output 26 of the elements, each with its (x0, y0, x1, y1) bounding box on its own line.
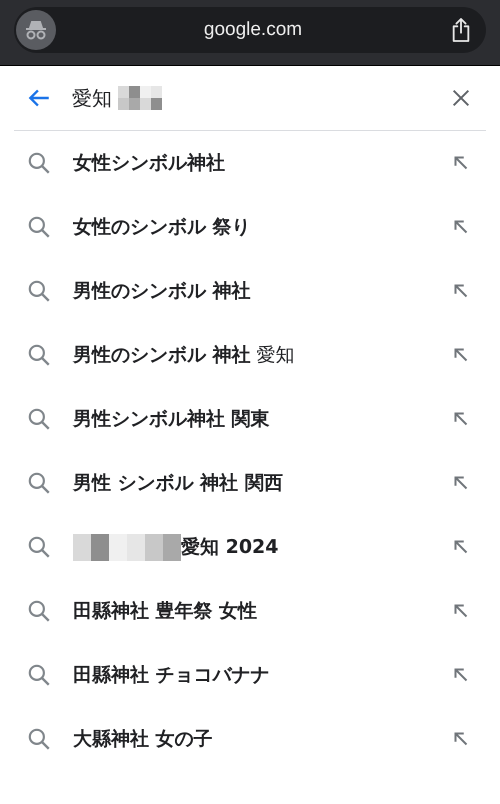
incognito-icon[interactable] (16, 10, 56, 50)
search-icon (26, 278, 52, 304)
close-icon[interactable] (450, 87, 472, 109)
suggestion-text[interactable]: 男性シンボル神社 関東 (73, 406, 450, 432)
suggestion-text[interactable]: 大縣神社 女の子 (73, 726, 450, 752)
search-icon (26, 342, 52, 368)
search-icon (26, 470, 52, 496)
search-icon (26, 534, 52, 560)
suggestion-text[interactable]: 男性のシンボル 神社 愛知 (73, 342, 450, 368)
url-text: google.com (202, 19, 304, 41)
search-icon (26, 150, 52, 176)
suggestion-text[interactable]: 男性のシンボル 神社 (73, 278, 450, 304)
suggestion-text[interactable]: 愛知 2024 (181, 534, 450, 560)
share-icon[interactable] (450, 17, 472, 43)
search-icon (26, 598, 52, 624)
suggestion-text[interactable]: 田縣神社 豊年祭 女性 (73, 598, 450, 624)
search-field[interactable]: 愛知 (72, 84, 450, 112)
search-icon (26, 726, 52, 752)
address-bar[interactable]: google.com (14, 7, 486, 53)
suggestion-text[interactable]: 田縣神社 チョコバナナ (73, 662, 450, 688)
search-icon (26, 214, 52, 240)
suggestion-text[interactable]: 男性 シンボル 神社 関西 (73, 470, 450, 496)
search-icon (26, 406, 52, 432)
suggestion-text[interactable]: 女性シンボル神社 (73, 150, 450, 176)
suggestion-text[interactable]: 女性のシンボル 祭り (73, 214, 450, 240)
search-icon (26, 662, 52, 688)
